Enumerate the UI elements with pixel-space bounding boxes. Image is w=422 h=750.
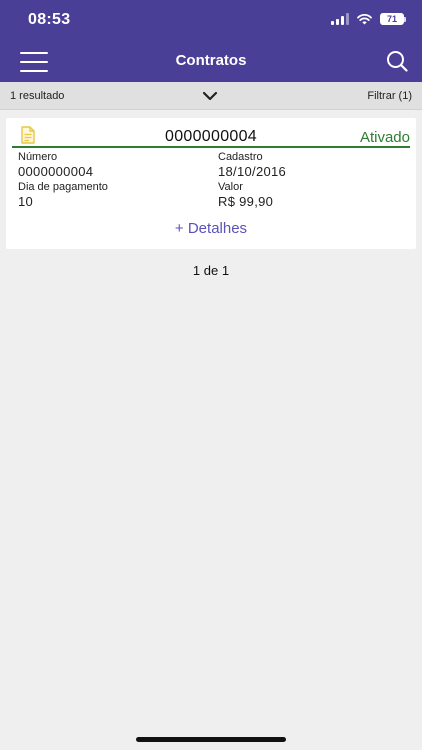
contract-id: 0000000004 [165,128,257,145]
field-numero-label: Número [18,151,58,163]
filter-button[interactable]: Filtrar (1) [367,90,412,102]
status-bar: 08:53 71 [0,0,422,40]
field-cadastro: Cadastro 18/10/2016 [218,151,286,179]
cellular-signal-icon [331,13,349,25]
field-dia-pagamento-value: 10 [18,194,34,209]
contract-card[interactable]: 0000000004 Ativado Número 0000000004 Cad… [6,118,416,249]
details-link[interactable]: + Detalhes [6,220,416,237]
field-valor-label: Valor [218,181,243,193]
filter-bar: 1 resultado Filtrar (1) [0,82,422,110]
home-indicator [136,737,286,742]
battery-level: 71 [386,14,397,24]
app-header: Contratos [0,40,422,82]
chevron-down-icon[interactable] [201,90,219,102]
field-cadastro-value: 18/10/2016 [218,164,287,179]
field-numero: Número 0000000004 [18,151,93,179]
field-dia-pagamento: Dia de pagamento 10 [18,181,108,209]
battery-icon: 71 [380,13,406,25]
search-icon[interactable] [386,50,408,72]
field-dia-pagamento-label: Dia de pagamento [18,181,108,193]
page-title: Contratos [175,52,247,69]
status-icons: 71 [331,13,406,25]
field-valor: Valor R$ 99,90 [218,181,273,209]
result-count: 1 resultado [10,90,65,102]
field-numero-value: 0000000004 [18,164,94,179]
status-time: 08:53 [28,11,71,28]
wifi-icon [357,14,372,25]
field-cadastro-label: Cadastro [218,151,263,163]
status-badge: Ativado [359,129,410,146]
pagination: 1 de 1 [192,263,230,278]
field-valor-value: R$ 99,90 [218,194,274,209]
contract-card-header: 0000000004 Ativado [12,126,410,148]
